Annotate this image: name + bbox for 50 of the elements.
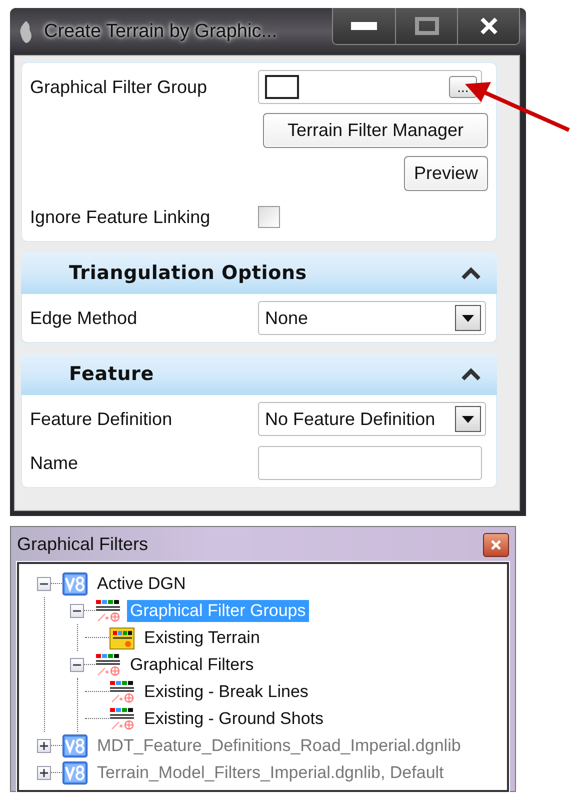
dropdown-field[interactable]: No Feature Definition xyxy=(258,402,486,436)
field-label: Feature Definition xyxy=(30,408,174,430)
library-icon xyxy=(62,760,88,784)
collapse-toggle[interactable] xyxy=(37,576,51,590)
filter-icon xyxy=(95,652,121,676)
tree-item[interactable]: Existing Terrain xyxy=(141,626,263,648)
close-icon xyxy=(478,16,498,36)
checkbox-label: Ignore Feature Linking xyxy=(30,206,212,228)
tree-item[interactable]: Existing - Ground Shots xyxy=(141,708,327,730)
color-swatch xyxy=(265,75,299,99)
collapse-toggle[interactable] xyxy=(70,658,84,672)
field-label: Name xyxy=(30,452,80,474)
filter-icon xyxy=(95,598,121,622)
app-icon xyxy=(18,20,34,44)
library-icon xyxy=(62,572,88,596)
preview-button[interactable]: Preview xyxy=(404,156,488,191)
caret-icon xyxy=(462,416,474,422)
collapse-chevron-icon xyxy=(461,266,481,280)
caret-icon xyxy=(462,314,474,322)
plus-icon xyxy=(40,768,48,776)
library-icon xyxy=(62,734,88,758)
dropdown-button[interactable] xyxy=(455,406,481,432)
dropdown-button[interactable] xyxy=(455,305,481,331)
plus-icon xyxy=(40,742,48,750)
window-title: Create Terrain by Graphic... xyxy=(44,20,278,42)
dropdown-field[interactable]: None xyxy=(258,301,486,335)
section-header[interactable]: Feature xyxy=(21,353,497,395)
collapse-toggle[interactable] xyxy=(70,604,84,618)
maximize-button[interactable] xyxy=(395,8,457,44)
minimize-button[interactable] xyxy=(333,8,395,44)
minimize-icon xyxy=(351,22,377,30)
section-header[interactable]: Triangulation Options xyxy=(21,252,497,294)
tree-item[interactable]: Existing - Break Lines xyxy=(141,680,312,702)
filter-icon xyxy=(109,680,135,704)
field-label: Edge Method xyxy=(30,308,138,328)
filter-group-field[interactable]: ... xyxy=(258,70,482,104)
tree-item[interactable]: Active DGN xyxy=(94,572,189,594)
collapse-chevron-icon xyxy=(461,367,481,381)
maximize-icon xyxy=(414,17,438,35)
close-button[interactable] xyxy=(483,532,509,556)
filter-icon xyxy=(109,706,135,730)
field-label: Graphical Filter Group xyxy=(30,76,208,98)
manager-button[interactable]: Terrain Filter Manager xyxy=(263,113,488,148)
tree-item[interactable]: Graphical Filters xyxy=(127,654,257,676)
filter-group-icon xyxy=(109,626,135,650)
name-input-field[interactable] xyxy=(258,446,482,480)
close-button[interactable] xyxy=(457,8,519,44)
checkbox[interactable] xyxy=(258,206,280,228)
close-icon xyxy=(491,540,501,550)
panel-title: Graphical Filters xyxy=(17,534,148,555)
